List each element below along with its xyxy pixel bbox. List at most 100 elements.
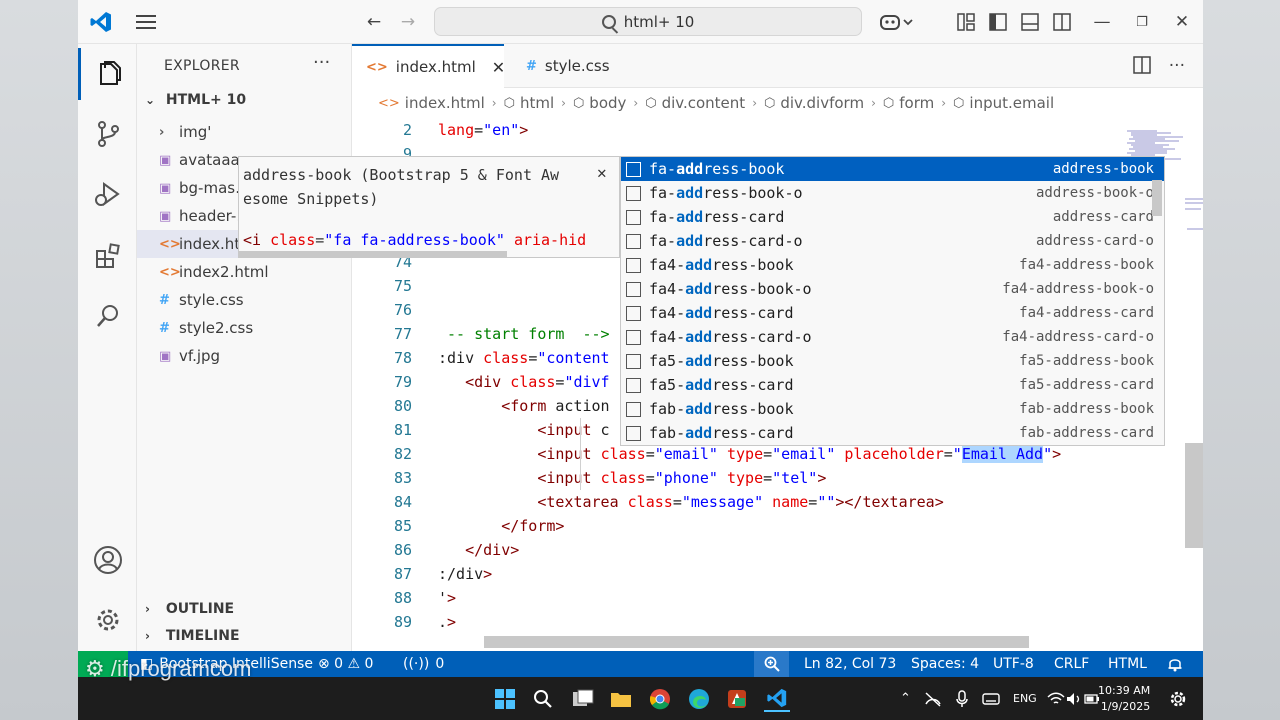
code-line[interactable]: 2 lang="en"> — [352, 118, 1123, 142]
command-center-search[interactable]: html+ 10 — [434, 7, 862, 36]
suggestion-item[interactable]: fa4-address-card fa4-address-card — [621, 301, 1164, 325]
breadcrumb-item[interactable]: <> index.html — [378, 94, 485, 112]
vscode-taskbar-icon[interactable] — [764, 686, 790, 712]
language-mode[interactable]: HTML — [1108, 651, 1147, 677]
close-icon[interactable]: ✕ — [597, 163, 607, 182]
tree-item-label: style2.css — [179, 319, 254, 337]
wifi-icon[interactable] — [1047, 677, 1065, 720]
language-indicator[interactable]: ENG — [1013, 677, 1037, 720]
customize-layout-icon[interactable] — [954, 10, 978, 34]
snippet-icon — [626, 257, 641, 273]
network-off-icon[interactable] — [924, 677, 942, 720]
code-line[interactable]: 87:/div> — [352, 562, 1123, 586]
more-actions-icon[interactable]: ··· — [1169, 56, 1185, 79]
more-actions-icon[interactable]: ··· — [313, 52, 330, 73]
line-number: 87 — [393, 565, 412, 583]
run-debug-icon[interactable] — [78, 168, 137, 220]
tab-style-css[interactable]: # style.css — [512, 44, 652, 88]
snippet-icon — [626, 329, 641, 345]
chevron-right-icon: › — [941, 96, 947, 110]
workspace-folder[interactable]: ⌄ HTML+ 10 — [145, 92, 246, 108]
microphone-icon[interactable] — [956, 677, 968, 720]
task-view-icon[interactable] — [570, 686, 596, 712]
settings-gear-icon[interactable] — [78, 594, 137, 646]
keyboard-icon[interactable] — [982, 677, 1000, 720]
tree-item-file[interactable]: # style2.css — [137, 314, 352, 342]
zoom-icon[interactable] — [754, 651, 789, 677]
suggestion-item[interactable]: fa4-address-card-o fa4-address-card-o — [621, 325, 1164, 349]
code-line[interactable]: 85 </form> — [352, 514, 1123, 538]
suggestion-item[interactable]: fa-address-card-o address-card-o — [621, 229, 1164, 253]
search-icon[interactable] — [78, 290, 137, 342]
file-explorer-icon[interactable] — [608, 686, 634, 712]
breadcrumb-item[interactable]: ⬡ html — [504, 94, 555, 112]
suggestion-item[interactable]: fa5-address-card fa5-address-card — [621, 373, 1164, 397]
code-line[interactable]: 86 </div> — [352, 538, 1123, 562]
breadcrumb-item[interactable]: ⬡ body — [573, 94, 626, 112]
indent-guide — [580, 418, 581, 490]
suggestion-scrollbar[interactable] — [1152, 180, 1162, 216]
search-icon[interactable] — [530, 686, 556, 712]
account-icon[interactable] — [78, 534, 137, 586]
outline-section[interactable]: › OUTLINE — [145, 601, 234, 617]
element-icon: ⬡ — [503, 95, 515, 111]
tree-item-file[interactable]: # style.css — [137, 286, 352, 314]
menu-icon[interactable] — [134, 10, 158, 34]
edge-icon[interactable] — [686, 686, 712, 712]
suggestion-item[interactable]: fa4-address-book-o fa4-address-book-o — [621, 277, 1164, 301]
minimize-icon[interactable]: — — [1090, 10, 1114, 34]
cursor-position[interactable]: Ln 82, Col 73 — [804, 651, 896, 677]
tree-item-file[interactable]: <> index2.html — [137, 258, 352, 286]
tab-index-html[interactable]: <> index.html ✕ — [352, 44, 505, 88]
toggle-sidebar-icon[interactable] — [986, 10, 1010, 34]
indentation-status[interactable]: Spaces: 4 — [911, 651, 979, 677]
breadcrumb-item[interactable]: ⬡ div.divform — [764, 94, 864, 112]
windows-start-icon[interactable] — [492, 686, 518, 712]
copilot-icon[interactable] — [876, 10, 916, 34]
split-editor-icon[interactable] — [1133, 56, 1151, 79]
toggle-panel-icon[interactable] — [1018, 10, 1042, 34]
suggestion-item[interactable]: fa-address-card address-card — [621, 205, 1164, 229]
code-line[interactable]: 88 '> — [352, 586, 1123, 610]
office-app-icon[interactable] — [724, 686, 750, 712]
popup-scrollbar[interactable] — [239, 251, 507, 257]
code-line[interactable]: 89 .> — [352, 610, 1123, 634]
horizontal-scrollbar[interactable] — [484, 636, 1029, 648]
breadcrumb-item[interactable]: ⬡ div.content — [645, 94, 745, 112]
extensions-icon[interactable] — [78, 230, 137, 282]
chrome-icon[interactable] — [647, 686, 673, 712]
source-control-icon[interactable] — [78, 108, 137, 160]
suggestion-item[interactable]: fa-address-book address-book — [621, 157, 1164, 181]
tree-item-folder[interactable]: › img' — [137, 118, 352, 146]
encoding-status[interactable]: UTF-8 — [993, 651, 1034, 677]
tree-item-file[interactable]: ▣ vf.jpg — [137, 342, 352, 370]
close-window-icon[interactable]: ✕ — [1170, 10, 1194, 34]
close-tab-icon[interactable]: ✕ — [492, 58, 505, 77]
suggestion-item[interactable]: fa-address-book-o address-book-o — [621, 181, 1164, 205]
explorer-icon[interactable] — [78, 48, 137, 100]
code-line[interactable]: 83 <input class="phone" type="tel"> — [352, 466, 1123, 490]
breadcrumb-item[interactable]: ⬡ input.email — [953, 94, 1054, 112]
volume-icon[interactable] — [1066, 677, 1082, 720]
notification-gear-icon[interactable] — [1170, 677, 1186, 720]
tray-chevron-up-icon[interactable]: ⌃ — [900, 677, 911, 720]
forward-arrow-icon[interactable]: → — [396, 10, 420, 34]
code-line[interactable]: 84 <textarea class="message" name=""></t… — [352, 490, 1123, 514]
timeline-section[interactable]: › TIMELINE — [145, 628, 240, 644]
back-arrow-icon[interactable]: ← — [362, 10, 386, 34]
suggestion-item[interactable]: fa5-address-book fa5-address-book — [621, 349, 1164, 373]
suggestion-item[interactable]: fa4-address-book fa4-address-book — [621, 253, 1164, 277]
notifications-bell-icon[interactable] — [1168, 651, 1182, 677]
suggestion-item[interactable]: fab-address-card fab-address-card — [621, 421, 1164, 445]
vertical-scrollbar[interactable] — [1185, 443, 1203, 548]
toggle-secondary-sidebar-icon[interactable] — [1050, 10, 1074, 34]
ports-status[interactable]: ((·)) 0 — [403, 651, 444, 677]
line-content: lang="en"> — [438, 121, 529, 139]
clock-time: 10:39 AM — [1098, 684, 1151, 697]
system-clock[interactable]: 10:39 AM 1/9/2025 — [1098, 683, 1150, 715]
eol-status[interactable]: CRLF — [1054, 651, 1089, 677]
restore-icon[interactable]: ❐ — [1130, 10, 1154, 34]
problems-status[interactable]: ⊗ 0 ⚠ 0 — [318, 651, 373, 677]
suggestion-item[interactable]: fab-address-book fab-address-book — [621, 397, 1164, 421]
breadcrumb-item[interactable]: ⬡ form — [883, 94, 934, 112]
